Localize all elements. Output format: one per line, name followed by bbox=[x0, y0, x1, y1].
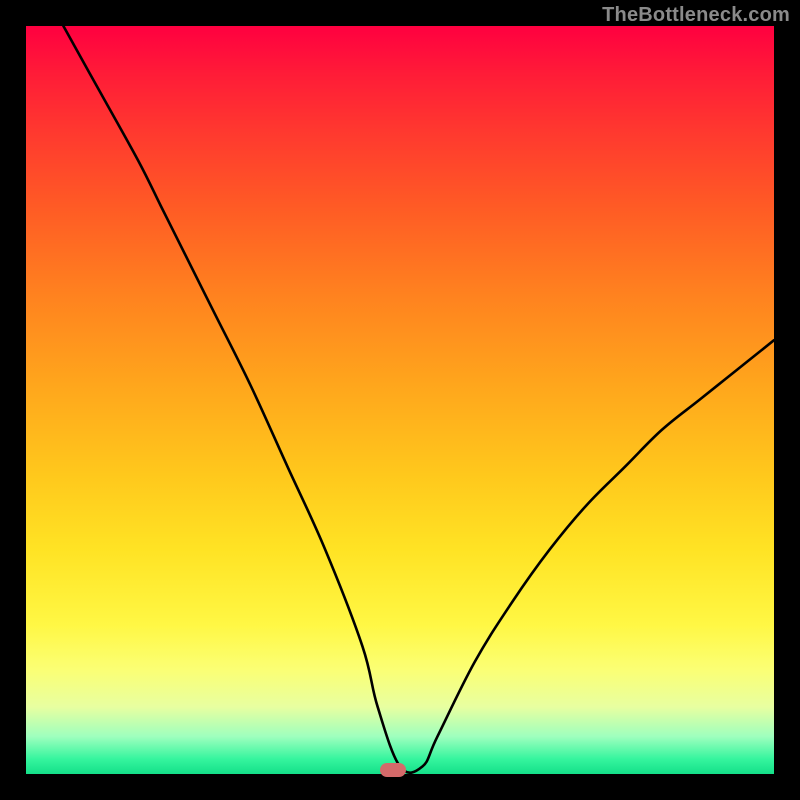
bottleneck-curve bbox=[26, 26, 774, 774]
plot-area bbox=[26, 26, 774, 774]
chart-stage: TheBottleneck.com bbox=[0, 0, 800, 800]
watermark-text: TheBottleneck.com bbox=[602, 4, 790, 27]
valley-marker bbox=[380, 763, 406, 777]
